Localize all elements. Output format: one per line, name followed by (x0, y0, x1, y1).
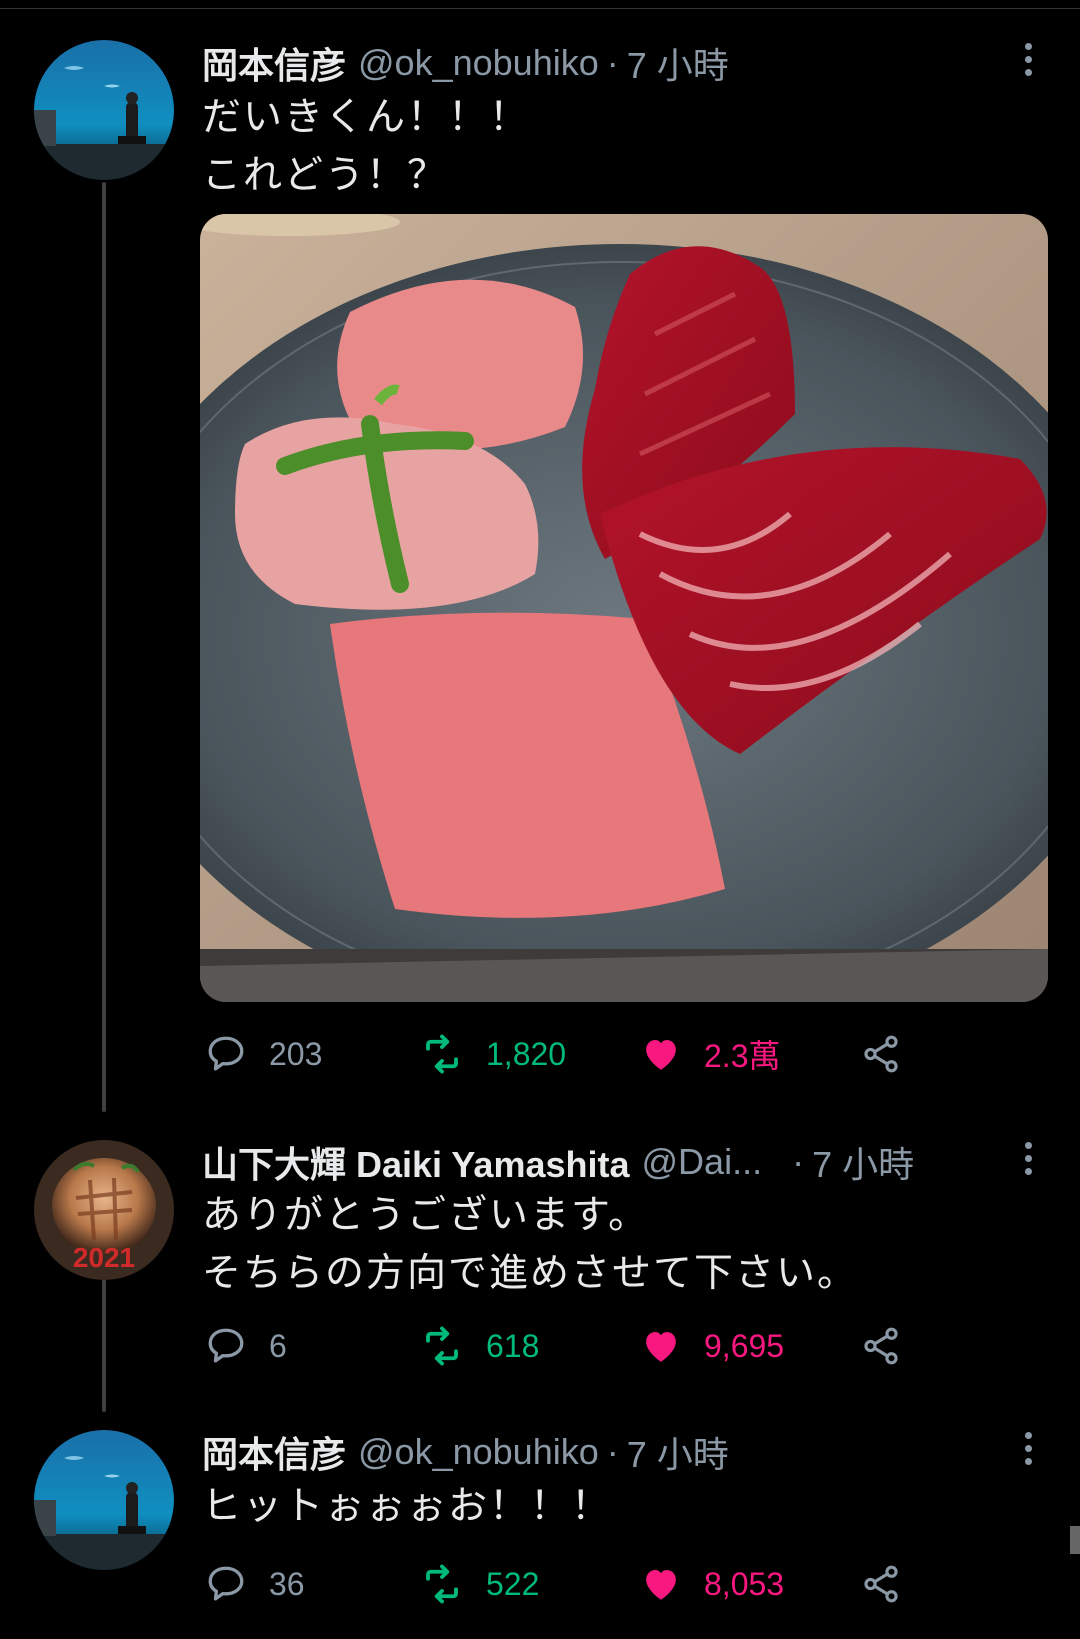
top-divider (0, 8, 1080, 9)
retweet-count: 618 (486, 1327, 540, 1364)
tweet-header: 山下大輝 Daiki Yamashita @Dai... · 7 小時 (202, 1137, 992, 1187)
retweet-icon (426, 1564, 458, 1604)
retweet-icon (426, 1326, 458, 1366)
display-name[interactable]: 岡本信彦 (202, 1426, 346, 1478)
separator-dot: · (606, 1431, 619, 1472)
like-button[interactable]: 2.3萬 (640, 1028, 781, 1080)
reply-button[interactable]: 36 (205, 1558, 305, 1610)
speech-bubble-icon (208, 1566, 244, 1601)
tweet-media-image[interactable] (200, 214, 1048, 1002)
tweet-text-line: ありがとうございます。 (202, 1194, 650, 1237)
tweet-text-line: これどう！？ (202, 154, 449, 197)
reply-count: 203 (269, 1035, 323, 1072)
retweet-button[interactable]: 522 (420, 1558, 539, 1610)
timestamp[interactable]: 7 小時 (627, 1426, 729, 1478)
more-options-icon[interactable] (1010, 1133, 1046, 1183)
heart-filled-icon (646, 1332, 676, 1362)
tweet-actions: 36 522 8,053 (205, 1558, 905, 1610)
share-icon (864, 1327, 898, 1365)
avatar-overlay-text: 2021 (72, 1242, 136, 1273)
timestamp[interactable]: 7 小時 (812, 1136, 914, 1188)
tweet-text: ヒットぉぉぉお！！！ (202, 1478, 612, 1536)
tweet-actions: 6 618 9,695 (205, 1320, 905, 1372)
reply-count: 36 (269, 1565, 305, 1602)
thread-connector (102, 182, 106, 1112)
more-options-icon[interactable] (1010, 34, 1046, 84)
tweet-text: だいきくん！！！ これどう！？ (202, 89, 530, 205)
display-name[interactable]: 岡本信彦 (202, 37, 346, 89)
user-handle[interactable]: @ok_nobuhiko (358, 1431, 599, 1473)
avatar[interactable] (34, 1430, 174, 1570)
share-icon (864, 1565, 898, 1603)
retweet-button[interactable]: 1,820 (420, 1028, 566, 1080)
retweet-count: 522 (486, 1565, 540, 1602)
avatar[interactable] (34, 40, 174, 180)
speech-bubble-icon (208, 1036, 244, 1071)
user-handle[interactable]: @Dai... (642, 1141, 763, 1183)
like-button[interactable]: 9,695 (640, 1320, 784, 1372)
retweet-icon (426, 1034, 458, 1074)
more-options-icon[interactable] (1010, 1423, 1046, 1473)
reply-button[interactable]: 203 (205, 1028, 322, 1080)
reply-button[interactable]: 6 (205, 1320, 287, 1372)
tweet-header: 岡本信彦 @ok_nobuhiko · 7 小時 (202, 1427, 729, 1477)
heart-filled-icon (646, 1040, 676, 1070)
avatar[interactable]: 2021 (34, 1140, 174, 1280)
like-count: 2.3萬 (704, 1038, 781, 1074)
display-name[interactable]: 山下大輝 Daiki Yamashita (202, 1136, 630, 1188)
separator-dot: · (606, 42, 619, 83)
like-count: 9,695 (704, 1327, 785, 1364)
retweet-count: 1,820 (486, 1035, 567, 1072)
timestamp[interactable]: 7 小時 (627, 37, 729, 89)
tweet-header: 岡本信彦 @ok_nobuhiko · 7 小時 (202, 38, 729, 88)
tweet-actions: 203 1,820 2.3萬 (205, 1028, 905, 1080)
thread-connector (102, 1272, 106, 1412)
tweet-text-line: ヒットぉぉぉお！！！ (202, 1485, 613, 1528)
heart-filled-icon (646, 1570, 676, 1600)
share-button[interactable] (860, 1558, 902, 1610)
tweet-text-line: だいきくん！！！ (202, 96, 531, 139)
separator-dot: · (792, 1141, 805, 1182)
scrollbar-thumb[interactable] (1070, 1526, 1080, 1554)
speech-bubble-icon (208, 1328, 244, 1363)
user-handle[interactable]: @ok_nobuhiko (358, 42, 599, 84)
reply-count: 6 (269, 1327, 287, 1364)
tweet-text-line: そちらの方向で進めさせて下さい。 (202, 1252, 859, 1295)
share-button[interactable] (860, 1028, 902, 1080)
retweet-button[interactable]: 618 (420, 1320, 539, 1372)
like-count: 8,053 (704, 1565, 785, 1602)
share-icon (864, 1035, 898, 1073)
like-button[interactable]: 8,053 (640, 1558, 784, 1610)
tweet-text: ありがとうございます。 そちらの方向で進めさせて下さい。 (202, 1187, 858, 1303)
share-button[interactable] (860, 1320, 902, 1372)
